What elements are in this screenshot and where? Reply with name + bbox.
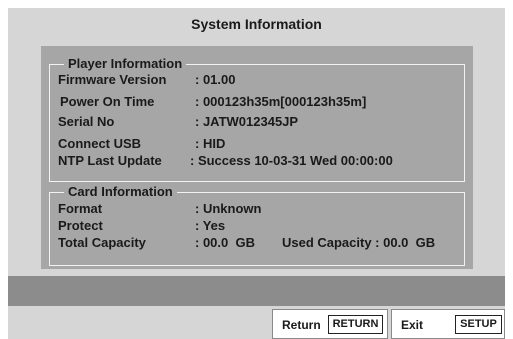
firmware-version-value: : 01.00 [195,72,236,87]
serial-no-label: Serial No [58,114,115,129]
screen-title: System Information [191,16,322,32]
protect-label: Protect [58,218,103,233]
return-label: Return [282,318,321,332]
setup-key-badge: SETUP [455,315,502,334]
card-information-group: Card Information Format : Unknown Protect… [49,184,465,266]
ntp-last-update-value: : Success 10-03-31 Wed 00:00:00 [190,153,393,168]
format-value: : Unknown [195,201,262,216]
info-panel: Player Information Firmware Version : 01.… [41,46,473,269]
player-information-legend: Player Information [64,56,187,72]
ntp-last-update-label: NTP Last Update [58,153,162,168]
connect-usb-row: Connect USB : HID [58,136,225,152]
exit-label: Exit [401,318,424,332]
return-button[interactable]: Return RETURN [272,309,388,339]
total-capacity-label: Total Capacity [58,235,146,250]
used-capacity-value: Used Capacity : 00.0 GB [281,235,436,250]
card-information-legend: Card Information [64,184,177,200]
total-capacity-value: : 00.0 GB [195,235,255,250]
system-information-screen: System Information Player Information Fi… [8,8,505,339]
serial-no-row: Serial No : JATW012345JP [58,114,298,130]
serial-no-value: : JATW012345JP [195,114,299,129]
power-on-time-value: : 000123h35m[000123h35m] [195,94,367,109]
format-label: Format [58,201,103,216]
return-key-badge: RETURN [328,315,383,334]
power-on-time-label: Power On Time [60,94,155,109]
protect-value: : Yes [195,218,226,233]
status-bar [8,276,505,306]
firmware-version-label: Firmware Version [58,72,167,87]
connect-usb-value: : HID [195,136,226,151]
format-row: Format : Unknown [58,201,261,217]
power-on-time-row: Power On Time : 000123h35m[000123h35m] [60,94,366,110]
player-information-group: Player Information Firmware Version : 01.… [49,56,465,182]
firmware-version-row: Firmware Version : 01.00 [58,72,235,88]
total-capacity-row: Total Capacity : 00.0 GB Used Capacity : 0… [58,235,435,251]
ntp-last-update-row: NTP Last Update : Success 10-03-31 Wed 00… [58,153,393,169]
connect-usb-label: Connect USB [58,136,142,151]
exit-button[interactable]: Exit SETUP [391,309,505,339]
protect-row: Protect : Yes [58,218,225,234]
